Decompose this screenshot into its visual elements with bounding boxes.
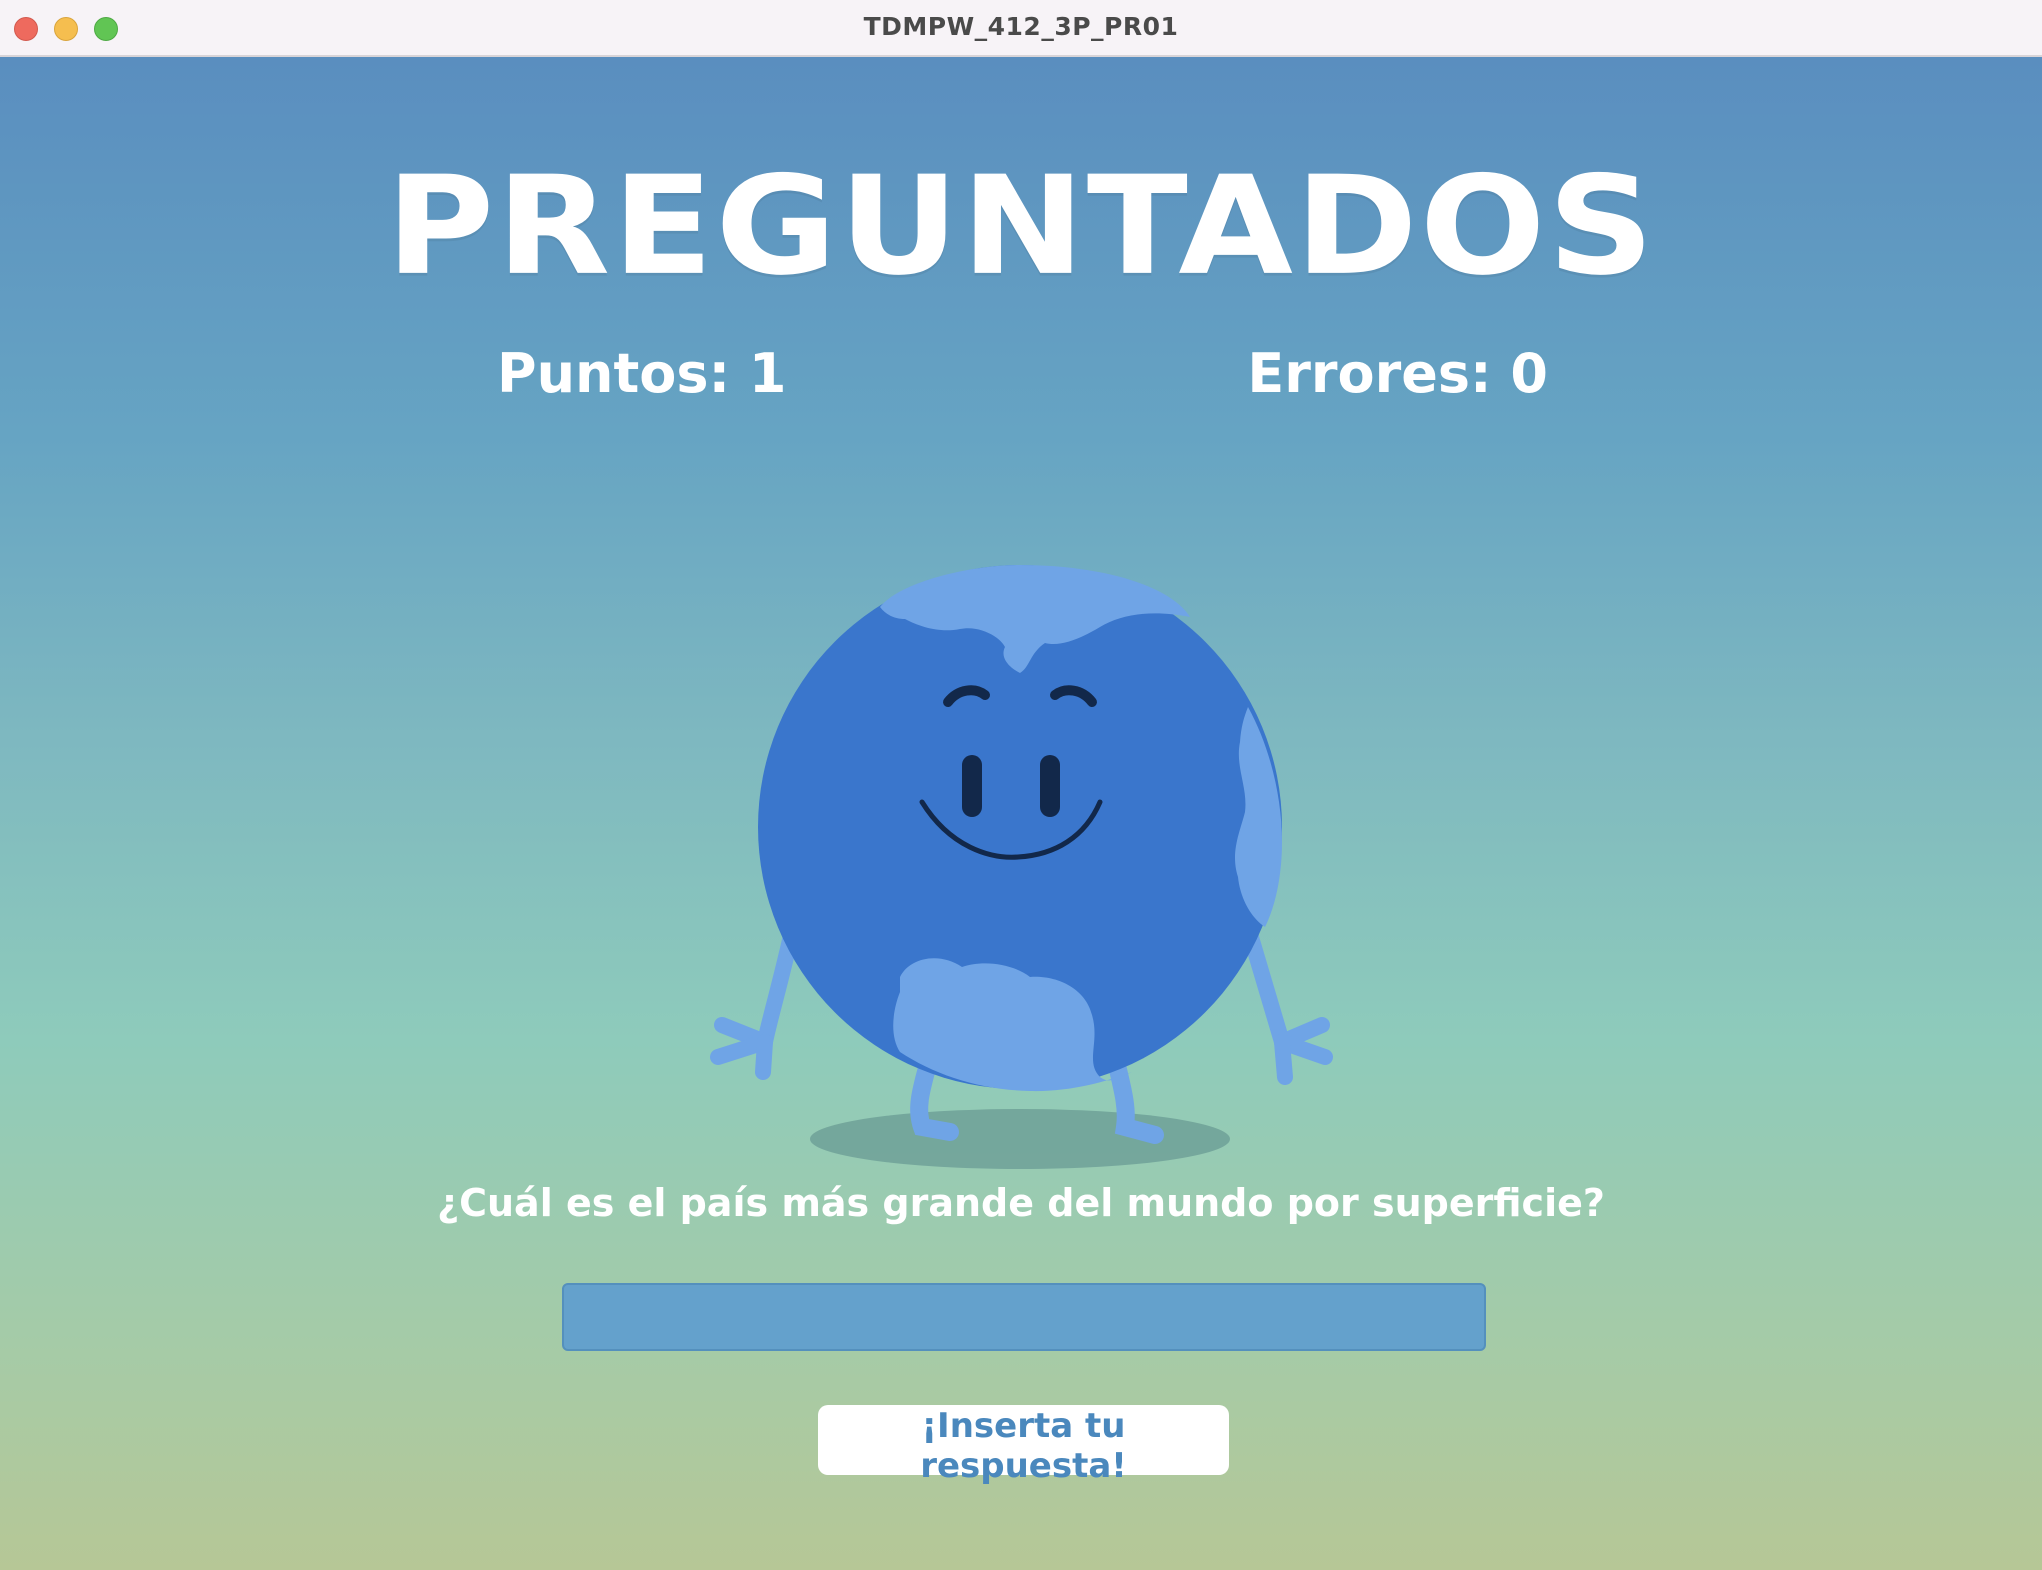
mascot-shadow (810, 1109, 1230, 1169)
earth-character-icon (710, 565, 1333, 1169)
question-text: ¿Cuál es el país más grande del mundo po… (437, 1181, 1605, 1225)
mascot-left-arm (710, 909, 803, 1080)
mascot-right-arm (1237, 909, 1333, 1085)
game-title: PREGUNTADOS (385, 146, 1657, 306)
mascot-left-eye (962, 755, 982, 817)
window-titlebar: TDMPW_412_3P_PR01 (0, 0, 2042, 57)
answer-input[interactable] (562, 1283, 1486, 1351)
mascot-right-eye (1040, 755, 1060, 817)
window-title: TDMPW_412_3P_PR01 (863, 12, 1179, 41)
submit-answer-button[interactable]: ¡Inserta tu respuesta! (818, 1405, 1229, 1486)
errors-counter: Errores: 0 (1247, 342, 1548, 405)
game-stage: PREGUNTADOS Puntos: 1 Errores: 0 ¿Cuál e… (0, 57, 2042, 1570)
points-counter: Puntos: 1 (497, 342, 787, 405)
